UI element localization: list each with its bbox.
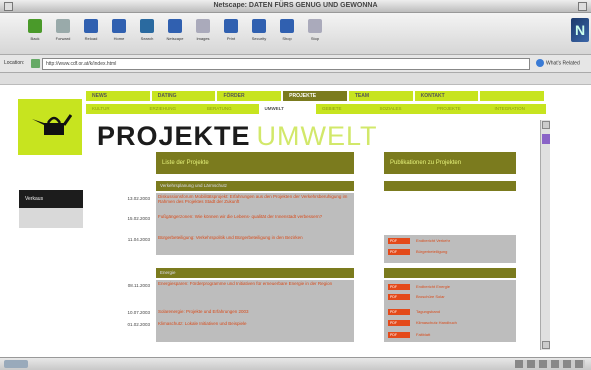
section-header-verkehr-pubs xyxy=(384,181,516,191)
lock-icon xyxy=(252,19,266,33)
project-date: 08.11.2003 xyxy=(127,283,150,288)
personal-toolbar xyxy=(0,73,591,85)
security-button[interactable]: Security xyxy=(246,17,272,49)
location-label: Location: xyxy=(4,60,25,66)
forward-arrow-icon xyxy=(56,19,70,33)
url-input[interactable]: http://www.cdf.or.at/k/index.html xyxy=(42,58,530,70)
project-date: 13.02.2003 xyxy=(127,196,150,201)
project-date: 15.02.2003 xyxy=(127,216,150,221)
nav-item-foerder[interactable]: FÖRDER xyxy=(217,91,282,101)
scroll-up-icon[interactable] xyxy=(542,121,550,129)
sidebar-spacer xyxy=(19,157,83,190)
project-link[interactable]: Energiesparen: Förderprogramme und Initi… xyxy=(158,281,352,297)
reload-button[interactable]: Reload xyxy=(78,17,104,49)
nav-item-team[interactable]: TEAM xyxy=(348,91,413,101)
security-status-icon[interactable] xyxy=(4,360,28,368)
shop-button[interactable]: Shop xyxy=(274,17,300,49)
sub-navigation: KULTUR ERZIEHUNG BERATUNG UMWELT GEBIETE… xyxy=(86,104,546,114)
main-navigation: NEWS DATING FÖRDER PROJEKTE TEAM KONTAKT xyxy=(86,91,546,101)
pdf-badge[interactable]: PDF xyxy=(388,238,410,244)
related-icon xyxy=(536,59,544,67)
project-link[interactable]: Fußgängerzonen: Wie können wir die Leben… xyxy=(158,214,352,225)
back-button[interactable]: Back xyxy=(22,17,48,49)
publication-link[interactable]: Faltblatt xyxy=(416,332,430,337)
scroll-down-icon[interactable] xyxy=(542,341,550,349)
images-icon xyxy=(196,19,210,33)
nav-item-kontakt[interactable]: KONTAKT xyxy=(414,91,479,101)
home-button[interactable]: Home xyxy=(106,17,132,49)
vertical-scrollbar[interactable] xyxy=(540,120,550,350)
publication-link[interactable]: Tagungsband xyxy=(416,309,440,314)
pdf-badge[interactable]: PDF xyxy=(388,309,410,315)
project-date: 01.02.2003 xyxy=(127,322,150,327)
nav-item-dating[interactable]: DATING xyxy=(151,91,216,101)
watering-can-icon xyxy=(32,114,72,135)
subnav-item-projekte[interactable]: PROJEKTE xyxy=(431,104,489,114)
subnav-item-gebiete[interactable]: GEBIETE xyxy=(316,104,374,114)
pdf-badge[interactable]: PDF xyxy=(388,284,410,290)
pdf-badge[interactable]: PDF xyxy=(388,249,410,255)
search-icon xyxy=(140,19,154,33)
projects-list-header: Liste der Projekte xyxy=(156,152,354,174)
project-link[interactable]: Klimaschutz: Lokale Initiativen und Beis… xyxy=(158,321,352,327)
project-date: 10.07.2003 xyxy=(127,310,150,315)
component-bar-icons[interactable] xyxy=(515,360,585,368)
print-button[interactable]: Print xyxy=(218,17,244,49)
sidebar-item-verkaus[interactable]: Verkaus xyxy=(19,190,83,208)
stop-button[interactable]: Stop xyxy=(302,17,328,49)
subnav-item-beratung[interactable]: BERATUNG xyxy=(201,104,259,114)
reload-icon xyxy=(84,19,98,33)
print-icon xyxy=(224,19,238,33)
section-header-verkehr: Verkehrsplanung und Lärmschutz xyxy=(156,181,354,191)
publications-header: Publikationen zu Projekten xyxy=(384,152,516,174)
pdf-badge[interactable]: PDF xyxy=(388,320,410,326)
forward-button[interactable]: Forward xyxy=(50,17,76,49)
shop-icon xyxy=(280,19,294,33)
project-link[interactable]: Solarenergie: Projekte und Erfahrungen 2… xyxy=(158,309,352,315)
subnav-item-umwelt[interactable]: UMWELT xyxy=(258,104,316,114)
project-link[interactable]: Bürgerbeteiligung: Verkehrspolitik und B… xyxy=(158,235,352,246)
publication-link[interactable]: Endbericht Verkehr xyxy=(416,238,450,243)
bookmark-icon[interactable] xyxy=(31,59,40,68)
navigation-toolbar: Back Forward Reload Home Search Netscape… xyxy=(0,13,591,55)
sidebar-block xyxy=(19,208,83,228)
whats-related-button[interactable]: What's Related xyxy=(536,59,580,67)
pdf-badge[interactable]: PDF xyxy=(388,332,410,338)
subnav-item-integration[interactable]: INTEGRATION xyxy=(489,104,547,114)
section-header-energie-pubs xyxy=(384,268,516,278)
pdf-badge[interactable]: PDF xyxy=(388,294,410,300)
project-date: 11.04.2003 xyxy=(127,237,150,242)
netscape-icon xyxy=(168,19,182,33)
status-bar xyxy=(0,357,591,370)
project-link[interactable]: Diskussionsforum Mobilitätsprojekt: Erfa… xyxy=(158,194,352,210)
section-header-energie: Energie xyxy=(156,268,354,278)
publication-link[interactable]: Bürgerbeteiligung xyxy=(416,249,447,254)
back-arrow-icon xyxy=(28,19,42,33)
search-button[interactable]: Search xyxy=(134,17,160,49)
publication-link[interactable]: Endbericht Energie xyxy=(416,284,450,289)
nav-item-projekte[interactable]: PROJEKTE xyxy=(283,91,347,101)
nav-item-empty[interactable] xyxy=(480,91,545,101)
home-icon xyxy=(112,19,126,33)
nav-item-news[interactable]: NEWS xyxy=(86,91,150,101)
subnav-item-erziehung[interactable]: ERZIEHUNG xyxy=(144,104,202,114)
page-title: PROJEKTE UMWELT xyxy=(97,121,378,151)
window-title: Netscape: DATEN FÜRS GENUG UND GEWONNA xyxy=(213,2,378,9)
subnav-item-kultur[interactable]: KULTUR xyxy=(86,104,144,114)
subnav-item-soziales[interactable]: SOZIALES xyxy=(374,104,432,114)
location-bar: Location: http://www.cdf.or.at/k/index.h… xyxy=(0,55,591,73)
publication-link[interactable]: Klimaschutz Handbuch xyxy=(416,320,457,325)
netscape-logo-icon[interactable]: N xyxy=(571,18,589,42)
scroll-thumb[interactable] xyxy=(542,134,550,144)
publication-link[interactable]: Broschüre Solar xyxy=(416,294,445,299)
images-button[interactable]: Images xyxy=(190,17,216,49)
window-titlebar: Netscape: DATEN FÜRS GENUG UND GEWONNA xyxy=(0,0,591,13)
netscape-button[interactable]: Netscape xyxy=(162,17,188,49)
stop-icon xyxy=(308,19,322,33)
